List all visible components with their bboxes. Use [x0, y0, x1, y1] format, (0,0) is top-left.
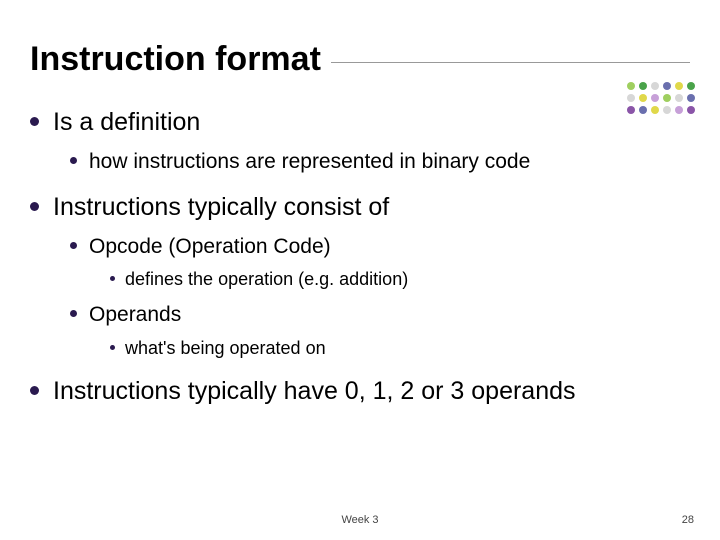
dot-icon — [651, 82, 659, 90]
dot-icon — [687, 94, 695, 102]
slide-title: Instruction format — [30, 40, 321, 79]
bullet-text: how instructions are represented in bina… — [89, 148, 530, 175]
bullet-list: Is a definition how instructions are rep… — [30, 107, 690, 407]
dot-icon — [663, 106, 671, 114]
list-item: defines the operation (e.g. addition) — [110, 268, 690, 291]
slide: Instruction format Is a definition — [0, 0, 720, 540]
list-item: Instructions typically consist of Opcode… — [30, 192, 690, 361]
bullet-text: defines the operation (e.g. addition) — [125, 268, 408, 291]
footer-center-label: Week 3 — [0, 514, 720, 526]
dot-icon — [651, 106, 659, 114]
dot-icon — [627, 106, 635, 114]
bullet-icon — [70, 242, 77, 249]
dot-icon — [675, 106, 683, 114]
bullet-icon — [70, 310, 77, 317]
dot-icon — [687, 82, 695, 90]
list-item: how instructions are represented in bina… — [70, 148, 690, 175]
dot-icon — [675, 94, 683, 102]
dot-icon — [627, 82, 635, 90]
bullet-list: defines the operation (e.g. addition) — [110, 268, 690, 291]
bullet-list: what's being operated on — [110, 337, 690, 360]
dot-icon — [675, 82, 683, 90]
dot-icon — [663, 82, 671, 90]
bullet-icon — [30, 117, 39, 126]
list-item: Instructions typically have 0, 1, 2 or 3… — [30, 376, 690, 407]
bullet-text: Instructions typically have 0, 1, 2 or 3… — [53, 376, 576, 407]
bullet-list: Opcode (Operation Code) defines the oper… — [70, 233, 690, 360]
bullet-icon — [30, 202, 39, 211]
page-number: 28 — [682, 514, 694, 526]
bullet-icon — [30, 386, 39, 395]
bullet-icon — [110, 276, 115, 281]
title-row: Instruction format — [30, 40, 690, 79]
dot-icon — [627, 94, 635, 102]
title-divider — [331, 62, 690, 63]
bullet-text: Is a definition — [53, 107, 200, 138]
list-item: what's being operated on — [110, 337, 690, 360]
dot-icon — [639, 94, 647, 102]
dot-icon — [687, 106, 695, 114]
bullet-text: Opcode (Operation Code) — [89, 233, 331, 260]
bullet-icon — [70, 157, 77, 164]
dot-icon — [651, 94, 659, 102]
dot-icon — [663, 94, 671, 102]
bullet-text: Operands — [89, 301, 181, 328]
bullet-text: what's being operated on — [125, 337, 326, 360]
list-item: Is a definition how instructions are rep… — [30, 107, 690, 176]
bullet-list: how instructions are represented in bina… — [70, 148, 690, 175]
list-item: Opcode (Operation Code) defines the oper… — [70, 233, 690, 292]
dot-icon — [639, 106, 647, 114]
bullet-text: Instructions typically consist of — [53, 192, 389, 223]
dot-icon — [639, 82, 647, 90]
list-item: Operands what's being operated on — [70, 301, 690, 360]
decorative-dot-grid — [627, 82, 696, 115]
bullet-icon — [110, 345, 115, 350]
